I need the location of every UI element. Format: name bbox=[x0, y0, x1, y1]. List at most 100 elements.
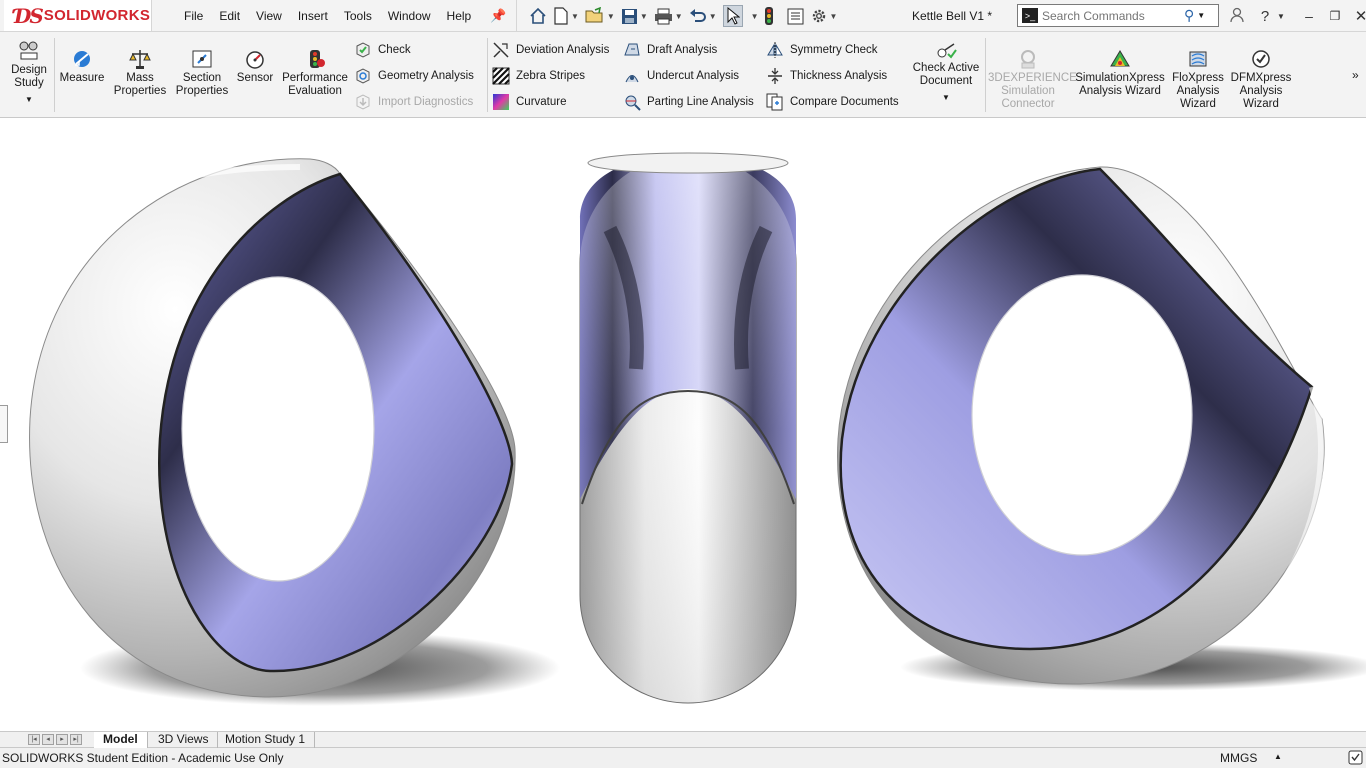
sensor-button[interactable]: Sensor bbox=[232, 48, 278, 85]
design-study-dropdown-icon[interactable]: ▼ bbox=[6, 93, 52, 106]
customize-status-icon[interactable] bbox=[1348, 750, 1363, 765]
close-window-icon[interactable]: ✕ bbox=[1348, 7, 1366, 25]
unit-system-dropdown-icon[interactable]: ▲ bbox=[1274, 752, 1282, 761]
home-icon[interactable] bbox=[529, 7, 547, 25]
graphics-area[interactable] bbox=[0, 119, 1366, 731]
parting-line-analysis-button[interactable]: Parting Line Analysis bbox=[623, 93, 754, 111]
curvature-label: Curvature bbox=[516, 96, 567, 108]
design-study-button[interactable]: Design Study ▼ bbox=[6, 40, 52, 106]
search-dropdown-icon[interactable]: ▼ bbox=[1197, 11, 1205, 20]
pin-menu-icon[interactable]: 📌 bbox=[490, 8, 506, 24]
mass-properties-button[interactable]: Mass Properties bbox=[110, 48, 170, 98]
menu-tools[interactable]: Tools bbox=[336, 9, 380, 23]
check-button[interactable]: Check bbox=[354, 41, 411, 59]
performance-evaluation-label: Performance Evaluation bbox=[282, 72, 348, 97]
ribbon-separator bbox=[54, 38, 55, 112]
measure-icon bbox=[70, 48, 94, 70]
menu-edit[interactable]: Edit bbox=[211, 9, 248, 23]
solidworks-logo[interactable]: ƊS SOLIDWORKS bbox=[4, 0, 152, 31]
symmetry-check-label: Symmetry Check bbox=[790, 44, 878, 56]
check-active-document-dropdown-icon[interactable]: ▼ bbox=[908, 91, 984, 104]
undercut-analysis-icon bbox=[623, 67, 641, 85]
measure-button[interactable]: Measure bbox=[58, 48, 106, 85]
dfmxpress-button[interactable]: DFMXpress Analysis Wizard bbox=[1230, 48, 1292, 111]
performance-evaluation-button[interactable]: Performance Evaluation bbox=[280, 48, 350, 98]
restore-window-icon[interactable]: ❐ bbox=[1322, 9, 1348, 23]
tab-first-icon[interactable]: |◂ bbox=[28, 734, 40, 745]
draft-analysis-button[interactable]: Draft Analysis bbox=[623, 41, 717, 59]
tab-last-icon[interactable]: ▸| bbox=[70, 734, 82, 745]
search-icon[interactable]: ⚲ bbox=[1184, 7, 1194, 24]
floxpress-button[interactable]: FloXpress Analysis Wizard bbox=[1170, 48, 1226, 111]
help-icon[interactable]: ? bbox=[1254, 8, 1276, 25]
tab-3d-views[interactable]: 3D Views bbox=[149, 732, 219, 748]
section-properties-button[interactable]: Section Properties bbox=[172, 48, 232, 98]
deviation-analysis-button[interactable]: Deviation Analysis bbox=[492, 41, 609, 59]
file-properties-icon[interactable] bbox=[787, 8, 804, 25]
command-prompt-icon[interactable]: >_ bbox=[1022, 8, 1038, 23]
thickness-analysis-button[interactable]: Thickness Analysis bbox=[766, 67, 887, 85]
user-account-icon[interactable] bbox=[1228, 7, 1246, 26]
check-label: Check bbox=[378, 44, 411, 56]
experience-simulation-connector-button[interactable]: 3DEXPERIENCE Simulation Connector bbox=[988, 48, 1077, 111]
rebuild-traffic-light-icon[interactable] bbox=[764, 7, 773, 25]
print-icon[interactable]: ▼ bbox=[654, 8, 683, 25]
dfmxpress-label: DFMXpress Analysis Wizard bbox=[1230, 72, 1292, 110]
geometry-analysis-button[interactable]: Geometry Analysis bbox=[354, 67, 474, 85]
menu-window[interactable]: Window bbox=[380, 9, 439, 23]
menu-help[interactable]: Help bbox=[439, 9, 480, 23]
save-icon[interactable]: ▼ bbox=[621, 8, 648, 25]
undercut-analysis-label: Undercut Analysis bbox=[647, 70, 740, 82]
zebra-stripes-button[interactable]: Zebra Stripes bbox=[492, 67, 585, 85]
compare-documents-icon bbox=[766, 93, 784, 111]
parting-line-analysis-icon bbox=[623, 93, 641, 111]
ribbon-separator bbox=[985, 38, 986, 112]
check-active-document-button[interactable]: Check Active Document ▼ bbox=[908, 42, 984, 104]
evaluate-ribbon: Design Study ▼ Measure Mass Properties S… bbox=[0, 32, 1366, 118]
mass-properties-icon bbox=[128, 48, 152, 70]
section-properties-icon bbox=[190, 48, 214, 70]
check-active-document-label: Check Active Document bbox=[912, 62, 980, 87]
simulationxpress-button[interactable]: SimulationXpress Analysis Wizard bbox=[1073, 48, 1167, 98]
select-cursor-icon[interactable] bbox=[722, 5, 743, 27]
check-icon bbox=[354, 41, 372, 59]
tab-prev-icon[interactable]: ◂ bbox=[42, 734, 54, 745]
tab-model[interactable]: Model bbox=[94, 732, 148, 748]
symmetry-check-button[interactable]: Symmetry Check bbox=[766, 41, 878, 59]
new-document-icon[interactable]: ▼ bbox=[553, 7, 579, 25]
undercut-analysis-button[interactable]: Undercut Analysis bbox=[623, 67, 739, 85]
unit-system[interactable]: MMGS bbox=[1220, 751, 1257, 765]
ribbon-expand-chevron-icon[interactable]: » bbox=[1352, 66, 1359, 84]
floxpress-icon bbox=[1186, 48, 1210, 70]
right-kettlebell-view bbox=[837, 166, 1325, 685]
tab-next-icon[interactable]: ▸ bbox=[56, 734, 68, 745]
zebra-stripes-icon bbox=[492, 67, 510, 85]
feature-manager-flyout-handle[interactable] bbox=[0, 405, 8, 443]
menu-view[interactable]: View bbox=[248, 9, 290, 23]
import-diagnostics-label: Import Diagnostics bbox=[378, 96, 474, 108]
tab-motion-study[interactable]: Motion Study 1 bbox=[216, 732, 316, 748]
curvature-button[interactable]: Curvature bbox=[492, 93, 567, 111]
simulation-connector-icon bbox=[1016, 48, 1040, 70]
thickness-analysis-icon bbox=[766, 67, 784, 85]
help-dropdown-icon[interactable]: ▼ bbox=[1276, 12, 1286, 21]
options-gear-icon[interactable]: ▼ bbox=[810, 7, 837, 25]
simulationxpress-icon bbox=[1108, 48, 1132, 70]
search-input[interactable] bbox=[1042, 8, 1180, 23]
deviation-analysis-icon bbox=[492, 41, 510, 59]
draft-analysis-label: Draft Analysis bbox=[647, 44, 718, 56]
open-folder-icon[interactable]: ▼ bbox=[585, 7, 615, 25]
measure-label: Measure bbox=[59, 72, 105, 84]
mass-properties-label: Mass Properties bbox=[113, 72, 167, 97]
kettle-bell-model-views bbox=[29, 152, 1366, 706]
search-commands-box: >_ ⚲ ▼ bbox=[1017, 4, 1219, 27]
import-diagnostics-button[interactable]: Import Diagnostics bbox=[354, 93, 473, 111]
design-study-label: Design Study bbox=[11, 64, 47, 89]
performance-evaluation-icon bbox=[303, 48, 327, 70]
undo-icon[interactable]: ▼ bbox=[689, 8, 717, 25]
menu-insert[interactable]: Insert bbox=[290, 9, 336, 23]
compare-documents-button[interactable]: Compare Documents bbox=[766, 93, 899, 111]
minimize-window-icon[interactable]: – bbox=[1296, 8, 1322, 24]
menu-file[interactable]: File bbox=[176, 9, 211, 23]
select-dropdown-icon[interactable]: ▼ bbox=[749, 12, 759, 21]
